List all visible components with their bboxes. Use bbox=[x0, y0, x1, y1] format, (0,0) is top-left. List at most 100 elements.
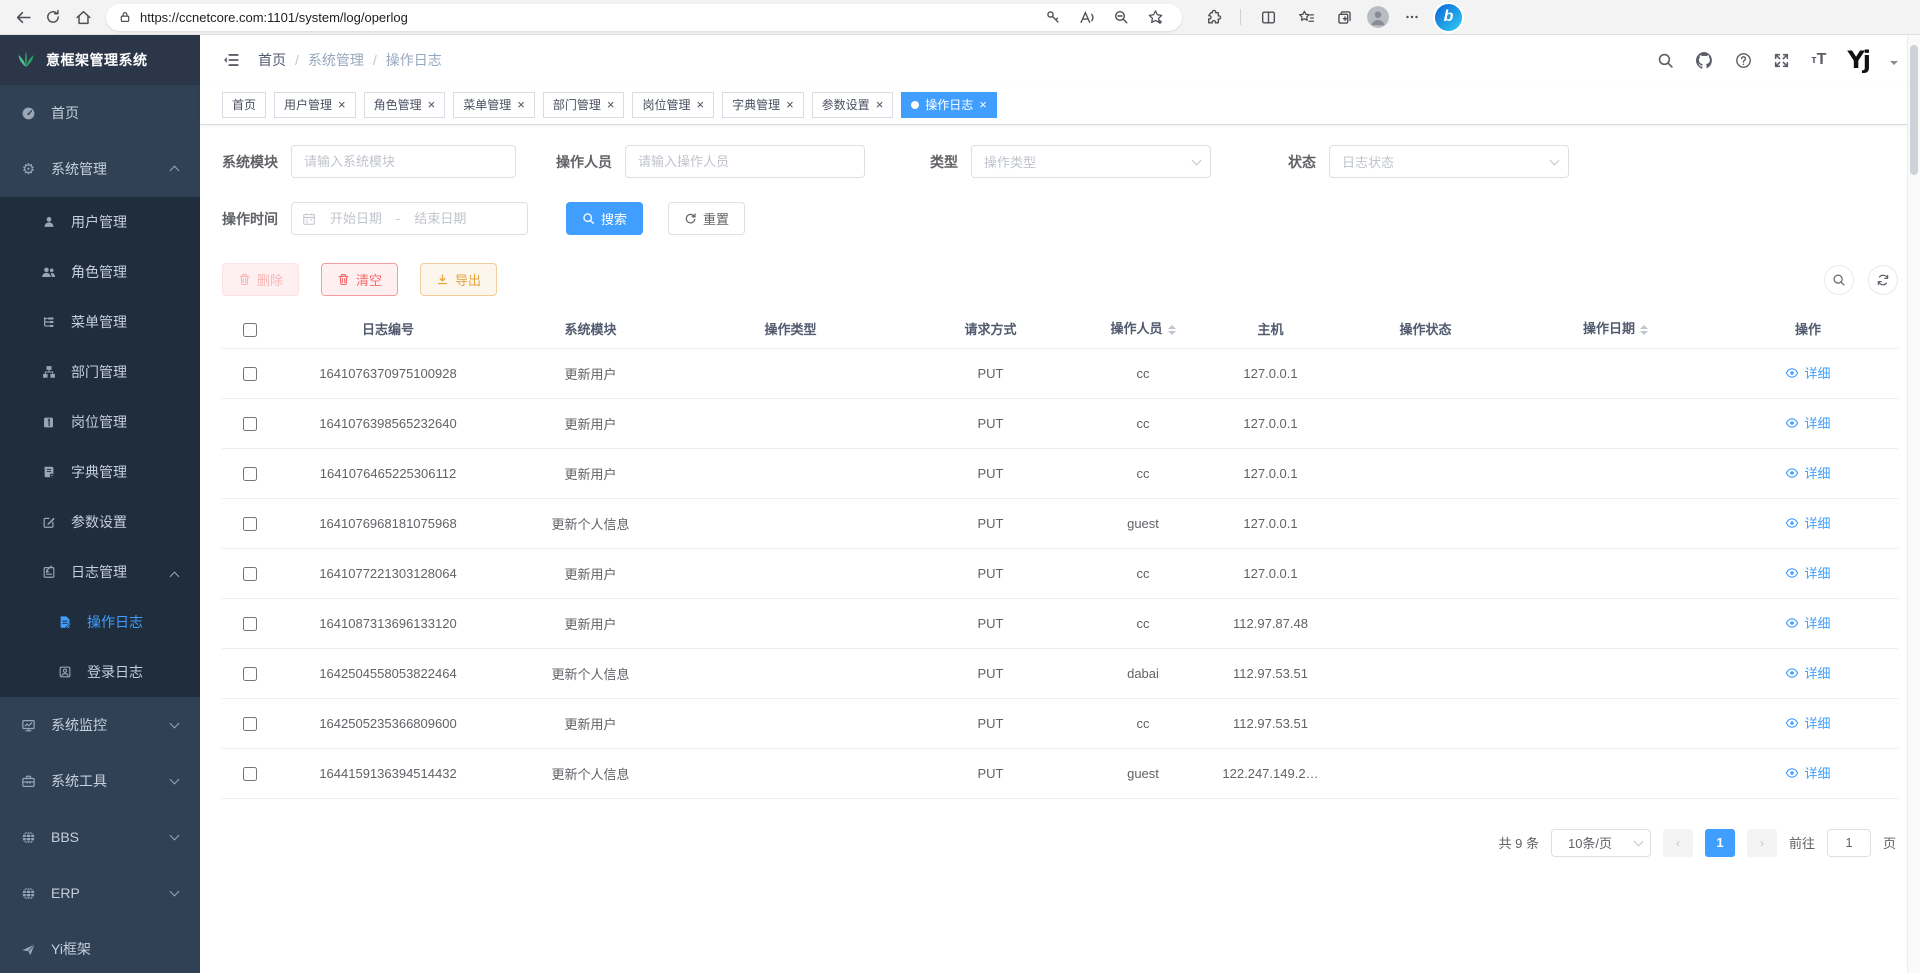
tab-param-settings[interactable]: 参数设置× bbox=[812, 92, 894, 118]
row-checkbox[interactable] bbox=[243, 717, 257, 731]
tab-role-mgmt[interactable]: 角色管理× bbox=[364, 92, 446, 118]
row-checkbox[interactable] bbox=[243, 567, 257, 581]
detail-link[interactable]: 详细 bbox=[1785, 413, 1830, 432]
address-bar[interactable]: https://ccnetcore.com:1101/system/log/op… bbox=[106, 4, 1182, 31]
status-select[interactable]: 日志状态 bbox=[1329, 145, 1569, 178]
refresh-table-icon[interactable] bbox=[1868, 265, 1898, 295]
more-icon[interactable] bbox=[1397, 3, 1427, 31]
current-page-button[interactable]: 1 bbox=[1705, 829, 1735, 857]
sidebar-item-log-mgmt[interactable]: 日志管理 bbox=[0, 547, 200, 597]
type-select[interactable]: 操作类型 bbox=[971, 145, 1211, 178]
tab-close-icon[interactable]: × bbox=[607, 98, 615, 111]
sidebar-item-post-mgmt[interactable]: 岗位管理 bbox=[0, 397, 200, 447]
zoom-out-icon[interactable] bbox=[1106, 3, 1136, 31]
sidebar-item-dept-mgmt[interactable]: 部门管理 bbox=[0, 347, 200, 397]
detail-link[interactable]: 详细 bbox=[1785, 513, 1830, 532]
operator-input[interactable] bbox=[625, 145, 865, 178]
module-input[interactable] bbox=[291, 145, 516, 178]
detail-link[interactable]: 详细 bbox=[1785, 713, 1830, 732]
back-icon[interactable] bbox=[8, 3, 38, 31]
prev-page-button[interactable]: ‹ bbox=[1663, 829, 1693, 857]
detail-link[interactable]: 详细 bbox=[1785, 463, 1830, 482]
date-range-picker[interactable]: - bbox=[291, 202, 528, 235]
end-date-input[interactable] bbox=[404, 211, 476, 226]
sidebar-item-user-mgmt[interactable]: 用户管理 bbox=[0, 197, 200, 247]
tab-close-icon[interactable]: × bbox=[876, 98, 884, 111]
sidebar-item-bbs[interactable]: BBS bbox=[0, 809, 200, 865]
sidebar-toggle-icon[interactable] bbox=[222, 51, 240, 69]
next-page-button[interactable]: › bbox=[1747, 829, 1777, 857]
row-checkbox[interactable] bbox=[243, 517, 257, 531]
help-icon[interactable] bbox=[1735, 52, 1752, 69]
github-icon[interactable] bbox=[1695, 51, 1714, 70]
dropdown-caret[interactable] bbox=[1890, 61, 1898, 69]
yj-logo[interactable]: Yj bbox=[1847, 46, 1869, 74]
fullscreen-icon[interactable] bbox=[1773, 52, 1790, 69]
sidebar-item-oper-log[interactable]: 操作日志 bbox=[0, 597, 200, 647]
row-checkbox[interactable] bbox=[243, 667, 257, 681]
detail-link[interactable]: 详细 bbox=[1785, 363, 1830, 382]
sidebar-item-role-mgmt[interactable]: 角色管理 bbox=[0, 247, 200, 297]
split-screen-icon[interactable] bbox=[1253, 3, 1283, 31]
key-icon[interactable] bbox=[1038, 3, 1068, 31]
tab-menu-mgmt[interactable]: 菜单管理× bbox=[453, 92, 535, 118]
row-checkbox[interactable] bbox=[243, 617, 257, 631]
tab-close-icon[interactable]: × bbox=[979, 98, 987, 111]
search-icon[interactable] bbox=[1657, 52, 1674, 69]
sidebar-item-erp[interactable]: ERP bbox=[0, 865, 200, 921]
tab-dict-mgmt[interactable]: 字典管理× bbox=[722, 92, 804, 118]
start-date-input[interactable] bbox=[320, 211, 392, 226]
font-size-icon[interactable]: тT bbox=[1811, 51, 1826, 69]
reset-button[interactable]: 重置 bbox=[668, 202, 745, 235]
breadcrumb-home[interactable]: 首页 bbox=[258, 50, 286, 70]
detail-link[interactable]: 详细 bbox=[1785, 763, 1830, 782]
sidebar-item-menu-mgmt[interactable]: 菜单管理 bbox=[0, 297, 200, 347]
goto-page-input[interactable] bbox=[1827, 829, 1871, 857]
page-scrollbar[interactable] bbox=[1907, 35, 1920, 973]
read-aloud-icon[interactable] bbox=[1072, 3, 1102, 31]
delete-button[interactable]: 删除 bbox=[222, 263, 299, 296]
tab-home[interactable]: 首页 bbox=[222, 92, 266, 118]
tab-close-icon[interactable]: × bbox=[786, 98, 794, 111]
detail-link[interactable]: 详细 bbox=[1785, 563, 1830, 582]
collections-icon[interactable] bbox=[1329, 3, 1359, 31]
sidebar-item-login-log[interactable]: 登录日志 bbox=[0, 647, 200, 697]
lock-icon[interactable] bbox=[118, 10, 132, 24]
tab-dept-mgmt[interactable]: 部门管理× bbox=[543, 92, 625, 118]
sidebar-item-system-monitor[interactable]: 系统监控 bbox=[0, 697, 200, 753]
sidebar-item-system-tools[interactable]: 系统工具 bbox=[0, 753, 200, 809]
tab-post-mgmt[interactable]: 岗位管理× bbox=[632, 92, 714, 118]
row-checkbox[interactable] bbox=[243, 767, 257, 781]
col-date[interactable]: 操作日期 bbox=[1513, 310, 1718, 348]
favorites-icon[interactable] bbox=[1291, 3, 1321, 31]
sidebar-item-param-settings[interactable]: 参数设置 bbox=[0, 497, 200, 547]
col-operator[interactable]: 操作人员 bbox=[1083, 310, 1203, 348]
export-button[interactable]: 导出 bbox=[420, 263, 497, 296]
page-size-select[interactable]: 10条/页 bbox=[1551, 829, 1651, 857]
tab-close-icon[interactable]: × bbox=[338, 98, 346, 111]
select-all-checkbox[interactable] bbox=[243, 323, 257, 337]
tab-close-icon[interactable]: × bbox=[428, 98, 436, 111]
refresh-icon[interactable] bbox=[38, 3, 68, 31]
scrollbar-thumb[interactable] bbox=[1910, 45, 1918, 175]
tab-user-mgmt[interactable]: 用户管理× bbox=[274, 92, 356, 118]
row-checkbox[interactable] bbox=[243, 467, 257, 481]
sort-icon[interactable] bbox=[1640, 321, 1648, 339]
row-checkbox[interactable] bbox=[243, 367, 257, 381]
sidebar-item-dict-mgmt[interactable]: 字典管理 bbox=[0, 447, 200, 497]
clear-button[interactable]: 清空 bbox=[321, 263, 398, 296]
row-checkbox[interactable] bbox=[243, 417, 257, 431]
url-text[interactable]: https://ccnetcore.com:1101/system/log/op… bbox=[140, 10, 408, 25]
detail-link[interactable]: 详细 bbox=[1785, 613, 1830, 632]
bing-chat-icon[interactable]: b bbox=[1435, 4, 1462, 31]
sidebar-item-yi-framework[interactable]: Yi框架 bbox=[0, 921, 200, 973]
sidebar-item-system-mgmt[interactable]: ⚙ 系统管理 bbox=[0, 141, 200, 197]
app-logo[interactable]: 意框架管理系统 bbox=[0, 35, 200, 85]
search-button[interactable]: 搜索 bbox=[566, 202, 643, 235]
sidebar-item-home[interactable]: 首页 bbox=[0, 85, 200, 141]
sort-icon[interactable] bbox=[1168, 321, 1176, 339]
tab-close-icon[interactable]: × bbox=[517, 98, 525, 111]
profile-avatar[interactable] bbox=[1367, 6, 1389, 28]
favorite-add-icon[interactable] bbox=[1140, 3, 1170, 31]
detail-link[interactable]: 详细 bbox=[1785, 663, 1830, 682]
